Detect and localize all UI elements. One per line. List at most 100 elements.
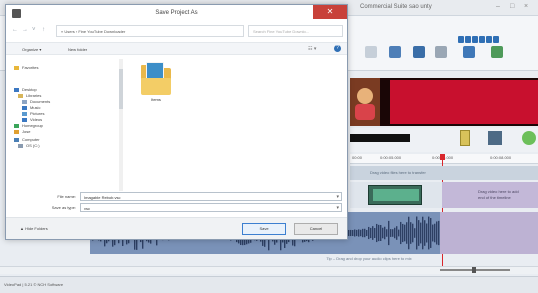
waveform-bar [388,220,390,246]
preview-thumbnail [350,78,380,126]
waveform-bar [386,229,388,237]
ribbon-button-6[interactable] [486,46,508,68]
video-track[interactable]: Drag video files here to transfer [350,166,538,180]
waveform-bar [436,221,438,245]
ribbon-button-4[interactable] [430,46,452,68]
nav-item-label: OS (C:) [26,143,40,148]
nav-item-label: Documents [30,99,51,104]
nav-item[interactable]: Homegroup [14,123,43,128]
file-name-value: Imagable Rebob.vsc [84,195,121,200]
close-button[interactable]: × [524,3,528,10]
waveform-bar [370,227,372,239]
cancel-button[interactable]: Cancel [294,223,338,235]
nav-item[interactable]: Desktop [14,87,37,92]
nav-item-label: Music [30,105,41,110]
address-bar-row: ← → ˅ ↑ « Users › Fine YouTube Downloade… [12,25,343,38]
search-input[interactable]: Search Fine YouTube Downlo... [248,25,343,37]
folder-label: Items [151,97,161,102]
save-type-select[interactable]: vsc ▾ [80,203,342,212]
ribbon-button-5[interactable] [458,46,480,68]
folder-item[interactable]: Items [141,62,171,104]
hide-folders-toggle[interactable]: ▲ Hide Folders [20,226,48,231]
waveform-bar [368,226,370,240]
organize-menu[interactable]: Organize ▾ [22,47,41,52]
nav-item[interactable]: Videos [22,117,42,122]
waveform-bar [400,221,402,245]
add-icon[interactable] [522,131,536,145]
save-type-value: vsc [84,206,90,211]
status-text: VideoPad | 5.21 © NCH Software [4,282,64,287]
save-project-dialog: Save Project As ✕ ← → ˅ ↑ « Users › Fine… [5,4,348,240]
minimize-button[interactable]: – [496,3,500,10]
waveform-bar [384,226,386,240]
zoom-slider-knob[interactable] [472,267,476,273]
nav-item-label: Videos [30,117,43,122]
waveform-bar [378,224,380,242]
nav-item[interactable]: Libraries [18,93,41,98]
forward-arrow-icon[interactable]: → [22,27,28,33]
back-arrow-icon[interactable]: ← [12,27,18,33]
waveform-bar [428,216,430,250]
ribbon-icon [389,46,401,58]
nav-item[interactable]: Music [22,105,40,110]
nav-scrollbar-thumb[interactable] [119,69,123,109]
new-folder-button[interactable]: New folder [68,47,87,52]
close-icon[interactable]: ✕ [313,5,347,19]
video-clip[interactable] [368,185,422,205]
nav-item-label: Pictures [30,111,45,116]
nav-item[interactable]: Pictures [22,111,44,116]
dialog-footer: ▲ Hide Folders Save Cancel [6,217,347,239]
chevron-down-icon[interactable]: ▾ [336,205,339,211]
pictures-icon [22,111,27,116]
library-icon [18,93,23,98]
waveform-bar [376,223,378,243]
waveform-bar [350,229,352,237]
waveform-bar [408,216,410,250]
waveform-bar [406,222,408,244]
ribbon-button-3[interactable] [408,46,430,68]
chevron-down-icon[interactable]: ˅ [32,27,36,33]
tick-label: 0:00:08.000 [490,155,512,160]
waveform-bar [352,229,354,237]
nav-item[interactable]: Computer [14,137,40,142]
waveform-bar [422,216,424,250]
waveform-bar [348,229,350,237]
save-form: File name: Imagable Rebob.vsc ▾ Save as … [6,191,347,215]
waveform-bar [354,229,356,237]
computer-icon [14,137,19,142]
video-preview [350,78,538,126]
save-button[interactable]: Save [242,223,286,235]
user-icon [14,129,19,134]
view-options-icon[interactable]: ☷ ▾ [308,46,316,52]
nav-item[interactable]: Favorites [14,65,38,70]
waveform-bar [430,218,432,248]
chevron-down-icon[interactable]: ▾ [336,194,339,200]
waveform-bar [358,229,360,237]
nav-item[interactable]: OS (C:) [18,143,40,148]
ribbon-button-2[interactable] [384,46,406,68]
up-arrow-icon[interactable]: ↑ [42,27,45,33]
status-bar: VideoPad | 5.21 © NCH Software [0,276,538,293]
waveform-bar [360,229,362,237]
preview-scrubber[interactable] [350,134,410,142]
waveform-bar [372,226,374,240]
nav-item[interactable]: Jose [14,129,30,134]
waveform-bar [412,223,414,243]
file-name-label: File name: [57,194,76,199]
address-bar[interactable]: « Users › Fine YouTube Downloader [56,25,244,37]
nav-item[interactable]: Documents [22,99,50,104]
waveform-bar [396,226,398,240]
waveform-bar [392,229,394,237]
overlay-track[interactable]: Drag video here to add end of the timeli… [350,182,538,208]
maximize-button[interactable]: □ [510,3,514,10]
waveform-bar [398,229,400,237]
tick-label: 00:00 [352,155,363,160]
transition-icon[interactable] [488,131,502,145]
audio-track-empty [440,212,538,254]
dialog-toolbar: Organize ▾ New folder ☷ ▾ ? [6,42,347,55]
tick-label: 0:00:05.000 [380,155,402,160]
ribbon-button-1[interactable] [360,46,382,68]
help-icon[interactable]: ? [334,45,341,52]
effects-icon[interactable] [460,130,470,146]
file-name-field[interactable]: Imagable Rebob.vsc ▾ [80,192,342,201]
